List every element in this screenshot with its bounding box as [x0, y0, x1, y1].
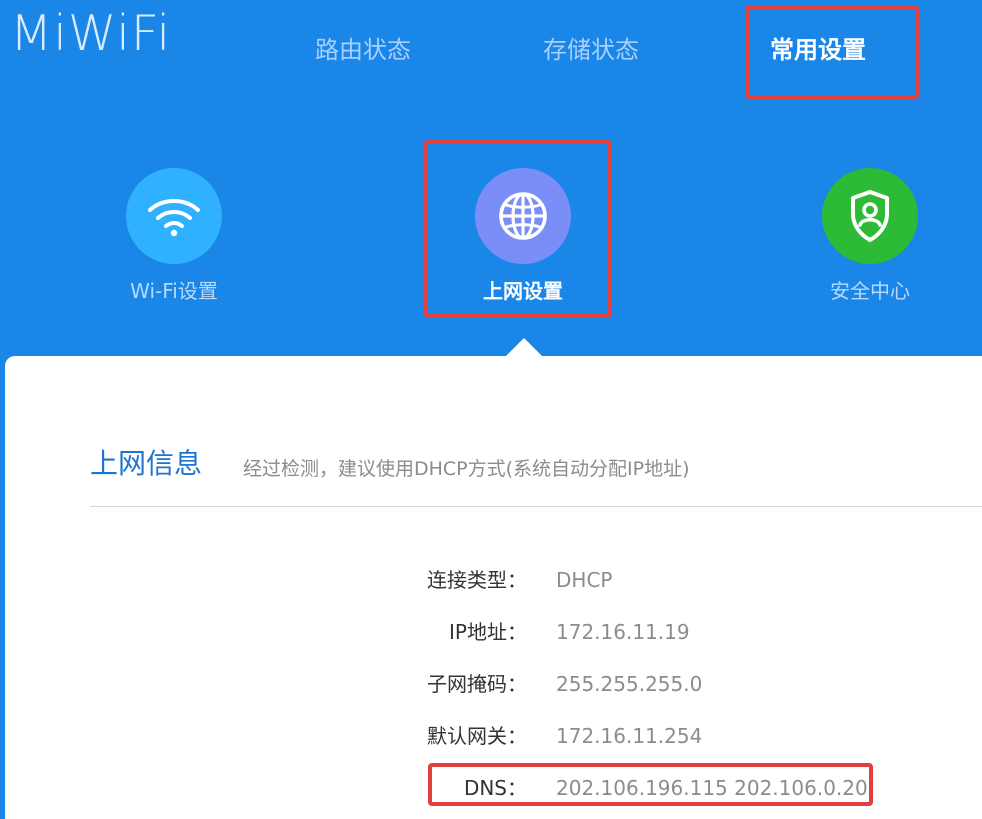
internet-settings-label: 上网设置 [483, 279, 563, 303]
globe-icon-circle [475, 168, 571, 264]
wifi-settings-tile[interactable]: Wi-Fi设置 [94, 168, 254, 318]
panel-pointer [506, 338, 542, 356]
top-nav-routing-status[interactable]: 路由状态 [315, 29, 411, 71]
connection-type-value: DHCP [556, 568, 613, 592]
default-gateway-value: 172.16.11.254 [556, 724, 703, 748]
section-title: 上网信息 [90, 447, 203, 480]
info-row-default-gateway: 默认网关： 172.16.11.254 [0, 720, 982, 752]
top-nav-common-settings[interactable]: 常用设置 [770, 29, 866, 71]
security-center-label: 安全中心 [830, 279, 910, 303]
wifi-icon-circle [126, 168, 222, 264]
shield-user-icon [842, 186, 898, 246]
subnet-mask-value: 255.255.255.0 [556, 672, 703, 696]
subnet-mask-label: 子网掩码： [427, 672, 527, 696]
ip-address-label: IP地址： [449, 620, 527, 644]
globe-icon [494, 187, 552, 245]
ip-address-value: 172.16.11.19 [556, 620, 690, 644]
connection-type-label: 连接类型： [427, 568, 527, 592]
shield-icon-circle [822, 168, 918, 264]
top-nav-storage-status[interactable]: 存储状态 [543, 29, 639, 71]
info-row-ip-address: IP地址： 172.16.11.19 [0, 616, 982, 648]
wifi-settings-label: Wi-Fi设置 [130, 279, 218, 303]
dns-value: 202.106.196.115 202.106.0.20 [556, 776, 868, 800]
dns-label: DNS： [463, 776, 527, 800]
default-gateway-label: 默认网关： [427, 724, 527, 748]
section-divider [90, 506, 982, 507]
info-row-subnet-mask: 子网掩码： 255.255.255.0 [0, 668, 982, 700]
info-row-dns: DNS： 202.106.196.115 202.106.0.20 [0, 772, 982, 804]
internet-settings-tile[interactable]: 上网设置 [443, 168, 603, 318]
wifi-icon [144, 194, 204, 238]
info-row-connection-type: 连接类型： DHCP [0, 564, 982, 596]
section-description: 经过检测，建议使用DHCP方式(系统自动分配IP地址) [243, 458, 690, 480]
security-center-tile[interactable]: 安全中心 [790, 168, 950, 318]
logo: MiWiFi [10, 5, 172, 62]
